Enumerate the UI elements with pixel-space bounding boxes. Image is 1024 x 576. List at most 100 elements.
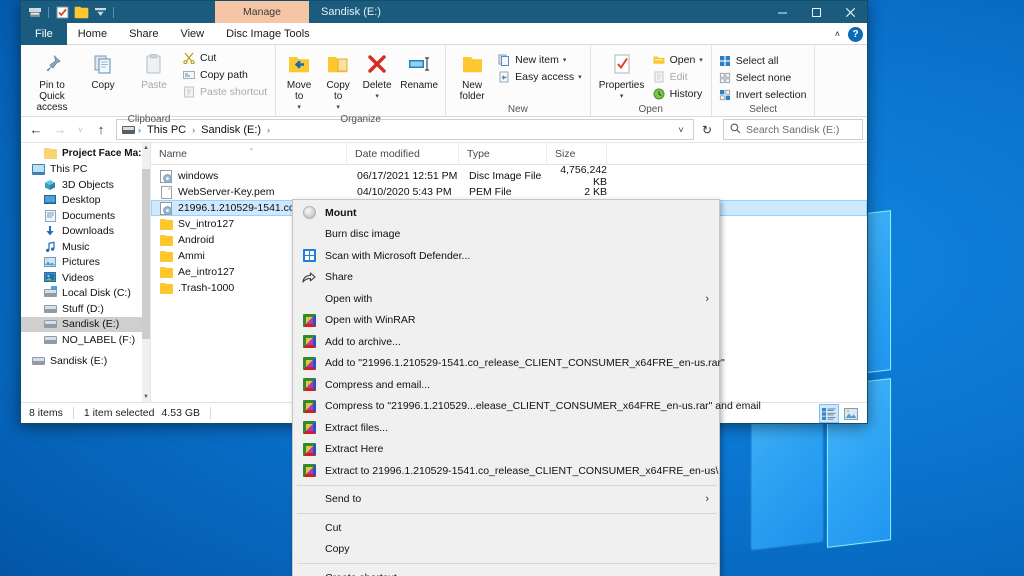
- maximize-button[interactable]: [799, 1, 833, 23]
- details-view-button[interactable]: [819, 404, 839, 423]
- search-box[interactable]: Search Sandisk (E:): [723, 119, 863, 140]
- search-input[interactable]: Search Sandisk (E:): [746, 124, 839, 136]
- menu-item-scan-with-defender[interactable]: Scan with Microsoft Defender...: [293, 245, 719, 267]
- delete-chevron-down-icon[interactable]: ▾: [375, 91, 379, 102]
- nav-item-downloads[interactable]: Downloads: [21, 224, 150, 240]
- tab-share[interactable]: Share: [118, 23, 169, 45]
- nav-item-sandisk-e[interactable]: Sandisk (E:): [21, 317, 150, 333]
- select-all-button[interactable]: Select all: [716, 52, 811, 69]
- nav-item-local-disk-c[interactable]: Local Disk (C:): [21, 286, 150, 302]
- nav-item-sandisk-e-root[interactable]: Sandisk (E:): [21, 354, 150, 370]
- easy-access-chevron-down-icon[interactable]: ▾: [578, 73, 582, 81]
- new-folder-icon[interactable]: [73, 4, 89, 20]
- scroll-down-arrow-icon[interactable]: ▼: [142, 392, 150, 402]
- music-icon: [43, 240, 57, 254]
- menu-item-extract-here[interactable]: Extract Here: [293, 439, 719, 461]
- drive-icon: [43, 302, 57, 316]
- column-header-date-modified[interactable]: Date modified: [347, 143, 459, 165]
- tab-view[interactable]: View: [169, 23, 215, 45]
- menu-item-add-to-named-rar[interactable]: Add to "21996.1.210529-1541.co_release_C…: [293, 353, 719, 375]
- nav-item-videos[interactable]: Videos: [21, 270, 150, 286]
- close-button[interactable]: [833, 1, 867, 23]
- nav-item-project-face[interactable]: Project Face Ma:: [21, 146, 150, 162]
- copy-button[interactable]: Copy: [78, 47, 128, 101]
- help-icon[interactable]: ?: [848, 27, 863, 42]
- menu-item-compress-to-and-email[interactable]: Compress to "21996.1.210529...elease_CLI…: [293, 396, 719, 418]
- column-header-type[interactable]: Type: [459, 143, 547, 165]
- column-header-size[interactable]: Size: [547, 143, 607, 165]
- nav-item-pictures[interactable]: Pictures: [21, 255, 150, 271]
- new-folder-button[interactable]: New folder: [450, 47, 494, 102]
- nav-pane-scrollbar[interactable]: ▲ ▼: [142, 143, 150, 402]
- breadcrumb-separator-2[interactable]: ›: [266, 125, 271, 135]
- menu-item-create-shortcut[interactable]: Create shortcut: [293, 567, 719, 576]
- address-dropdown-chevron-down-icon[interactable]: ˅: [672, 119, 690, 140]
- table-row[interactable]: WebServer-Key.pem 04/10/2020 5:43 PM PEM…: [151, 184, 867, 200]
- undo-properties-icon[interactable]: [54, 4, 70, 20]
- menu-item-compress-and-email[interactable]: Compress and email...: [293, 374, 719, 396]
- menu-item-send-to[interactable]: Send to ›: [293, 489, 719, 511]
- properties-chevron-down-icon[interactable]: ▾: [620, 91, 624, 102]
- tab-home[interactable]: Home: [67, 23, 118, 45]
- menu-item-share[interactable]: Share: [293, 267, 719, 289]
- nav-item-desktop[interactable]: Desktop: [21, 193, 150, 209]
- cut-button[interactable]: Cut: [180, 49, 271, 66]
- large-icons-view-button[interactable]: [841, 404, 861, 423]
- menu-item-add-to-archive[interactable]: Add to archive...: [293, 331, 719, 353]
- move-to-button[interactable]: Move to ▾: [280, 47, 318, 113]
- refresh-button[interactable]: ↻: [696, 119, 718, 140]
- nav-item-music[interactable]: Music: [21, 239, 150, 255]
- paste-shortcut-button[interactable]: Paste shortcut: [180, 83, 271, 100]
- copy-to-button[interactable]: Copy to ▾: [319, 47, 357, 113]
- pictures-icon: [43, 255, 57, 269]
- collapse-ribbon-chevron-up-icon[interactable]: ˄: [835, 29, 840, 39]
- new-item-button[interactable]: New item ▾: [495, 51, 585, 68]
- scroll-up-arrow-icon[interactable]: ▲: [142, 143, 150, 153]
- copy-path-button[interactable]: Copy path: [180, 66, 271, 83]
- paste-button[interactable]: Paste: [129, 47, 179, 101]
- history-button[interactable]: History: [650, 85, 707, 102]
- delete-button[interactable]: Delete ▾: [358, 47, 396, 102]
- status-divider: [73, 407, 74, 419]
- easy-access-button[interactable]: Easy access ▾: [495, 68, 585, 85]
- menu-item-burn-disc-image[interactable]: Burn disc image: [293, 224, 719, 246]
- menu-item-open-with-winrar[interactable]: Open with WinRAR: [293, 310, 719, 332]
- select-none-button[interactable]: Select none: [716, 69, 811, 86]
- rename-button[interactable]: Rename: [397, 47, 441, 101]
- tab-file[interactable]: File: [21, 23, 67, 45]
- copy-to-chevron-down-icon[interactable]: ▾: [336, 102, 340, 113]
- copy-to-icon: [326, 50, 350, 78]
- open-button[interactable]: Open ▾: [650, 51, 707, 68]
- scrollbar-thumb[interactable]: [142, 169, 150, 339]
- select-none-label: Select none: [736, 72, 791, 84]
- tab-disc-image-tools[interactable]: Disc Image Tools: [215, 23, 321, 45]
- open-chevron-down-icon[interactable]: ▾: [699, 56, 703, 64]
- nav-item-documents[interactable]: Documents: [21, 208, 150, 224]
- pin-icon: [41, 50, 63, 78]
- copy-path-label: Copy path: [200, 69, 248, 81]
- select-none-icon: [718, 71, 732, 85]
- menu-item-cut[interactable]: Cut: [293, 517, 719, 539]
- nav-item-3d-objects[interactable]: 3D Objects: [21, 177, 150, 193]
- edit-button[interactable]: Edit: [650, 68, 707, 85]
- customize-qat-chevron-down-icon[interactable]: [92, 4, 108, 20]
- new-item-chevron-down-icon[interactable]: ▾: [563, 56, 567, 64]
- properties-icon[interactable]: [27, 4, 43, 20]
- pin-to-quick-access-button[interactable]: Pin to Quick access: [27, 47, 77, 113]
- properties-button[interactable]: Properties ▾: [595, 47, 649, 102]
- menu-item-extract-files[interactable]: Extract files...: [293, 417, 719, 439]
- menu-item-mount[interactable]: Mount: [293, 202, 719, 224]
- menu-item-open-with[interactable]: Open with ›: [293, 288, 719, 310]
- column-header-name[interactable]: ⌄ Name: [151, 143, 347, 165]
- menu-item-copy[interactable]: Copy: [293, 539, 719, 561]
- minimize-button[interactable]: [765, 1, 799, 23]
- nav-item-this-pc[interactable]: This PC: [21, 162, 150, 178]
- pin-to-quick-access-label: Pin to Quick access: [27, 80, 77, 113]
- invert-selection-button[interactable]: Invert selection: [716, 86, 811, 103]
- column-label: Type: [467, 148, 490, 160]
- nav-item-no-label-f[interactable]: NO_LABEL (F:): [21, 332, 150, 348]
- move-to-chevron-down-icon[interactable]: ▾: [297, 102, 301, 113]
- table-row[interactable]: windows 06/17/2021 12:51 PM Disc Image F…: [151, 168, 867, 184]
- nav-item-stuff-d[interactable]: Stuff (D:): [21, 301, 150, 317]
- menu-item-extract-to-folder[interactable]: Extract to 21996.1.210529-1541.co_releas…: [293, 460, 719, 482]
